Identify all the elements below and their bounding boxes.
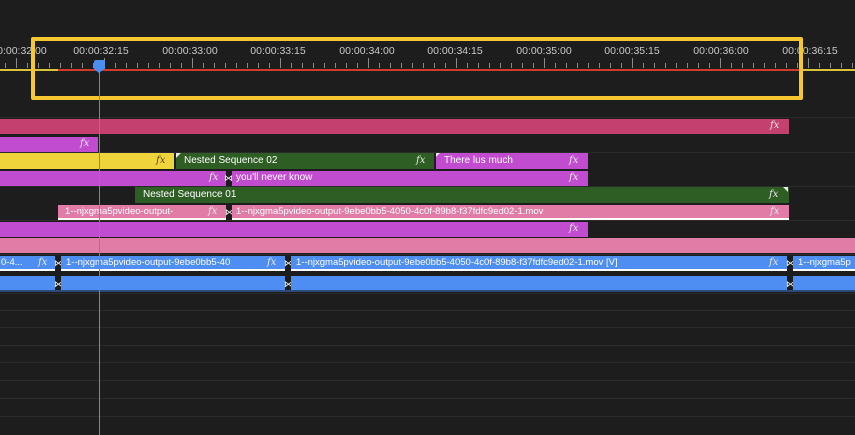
transition-icon[interactable]: ⋈ [224, 173, 233, 183]
fx-badge: fx [416, 155, 426, 166]
clip-audio-d[interactable] [793, 276, 855, 291]
clip-blue-a[interactable]: 0-4... fx [0, 256, 55, 271]
clip-nested-sequence-02[interactable]: Nested Sequence 02 fx [176, 153, 434, 169]
playhead-line[interactable] [99, 69, 100, 435]
clip-pink-b[interactable]: 1--njxgma5pvideo-output-9ebe0bb5-4050-4c… [232, 205, 789, 220]
track-divider [0, 327, 855, 328]
track-divider [0, 310, 855, 311]
fx-badge: fx [770, 206, 780, 217]
clip-magenta-wide[interactable]: fx [0, 222, 588, 237]
ruler-tick [5, 63, 6, 68]
clip-there-lus-much[interactable]: There lus much fx [436, 153, 588, 169]
clip-label: 1--njxgma5pvideo-output-9ebe0bb5-4050-4c… [236, 206, 544, 217]
ruler-tick [27, 63, 28, 68]
track-divider [0, 254, 855, 255]
clip-audio-b[interactable] [61, 276, 285, 291]
track-divider [0, 220, 855, 221]
clip-audio-c[interactable] [291, 276, 787, 291]
highlight-box [31, 37, 803, 100]
clip-label: 1--njxgma5p [798, 257, 851, 268]
fx-badge: fx [770, 120, 780, 131]
clip-blue-b[interactable]: 1--njxgma5pvideo-output-9ebe0bb5-40 fx [61, 256, 285, 271]
ruler-tick [808, 58, 809, 68]
clip-audio-a[interactable] [0, 276, 55, 291]
clip-label: 0-4... [1, 257, 23, 268]
ruler-tick [16, 58, 17, 68]
ruler-tick [830, 63, 831, 68]
ruler-tick [841, 63, 842, 68]
track-divider [0, 416, 855, 417]
fx-badge: fx [267, 257, 277, 268]
clip-crimson[interactable]: fx [0, 119, 789, 134]
clip-label: 1--njxgma5pvideo-output-9ebe0bb5-40 [66, 257, 231, 268]
clip-label: There lus much [444, 155, 513, 166]
track-divider [0, 398, 855, 399]
audio-waveform [0, 290, 855, 292]
track-divider [0, 362, 855, 363]
clip-corner-marker [176, 153, 181, 158]
clip-yellow[interactable]: fx [0, 153, 174, 169]
clip-magenta-short[interactable]: fx [0, 137, 98, 152]
clip-pink-full[interactable] [0, 238, 855, 253]
fx-badge: fx [569, 172, 579, 183]
clip-blue-d[interactable]: 1--njxgma5p [793, 256, 855, 271]
fx-badge: fx [80, 138, 90, 149]
clip-blue-c[interactable]: 1--njxgma5pvideo-output-9ebe0bb5-4050-4c… [291, 256, 787, 271]
track-divider [0, 380, 855, 381]
clip-corner-marker [783, 187, 788, 192]
clip-label: you'll never know [236, 172, 313, 183]
track-divider [0, 345, 855, 346]
clip-youll-never-know[interactable]: you'll never know fx [232, 171, 588, 186]
ruler-tick [852, 63, 853, 68]
fx-badge: fx [569, 155, 579, 166]
track-divider [0, 117, 855, 118]
fx-badge: fx [208, 206, 218, 217]
clip-label: 1--njxgma5pvideo-output-9ebe0bb5-4050-4c… [296, 257, 618, 268]
fx-badge: fx [209, 172, 219, 183]
clip-nested-sequence-01[interactable]: Nested Sequence 01 fx [135, 187, 789, 203]
clip-magenta-long[interactable]: fx [0, 171, 226, 186]
fx-badge: fx [38, 257, 48, 268]
fx-badge: fx [769, 257, 779, 268]
clip-corner-marker [436, 153, 440, 158]
fx-badge: fx [156, 155, 166, 166]
track-divider [0, 293, 855, 294]
fx-badge: fx [769, 189, 779, 200]
clip-label: Nested Sequence 01 [143, 189, 237, 200]
clip-label: Nested Sequence 02 [184, 155, 278, 166]
ruler-tick [819, 63, 820, 68]
fx-badge: fx [569, 223, 579, 234]
clip-label: 1--njxgma5pvideo-output- [65, 206, 174, 217]
clip-pink-a[interactable]: 1--njxgma5pvideo-output- fx [58, 205, 226, 220]
